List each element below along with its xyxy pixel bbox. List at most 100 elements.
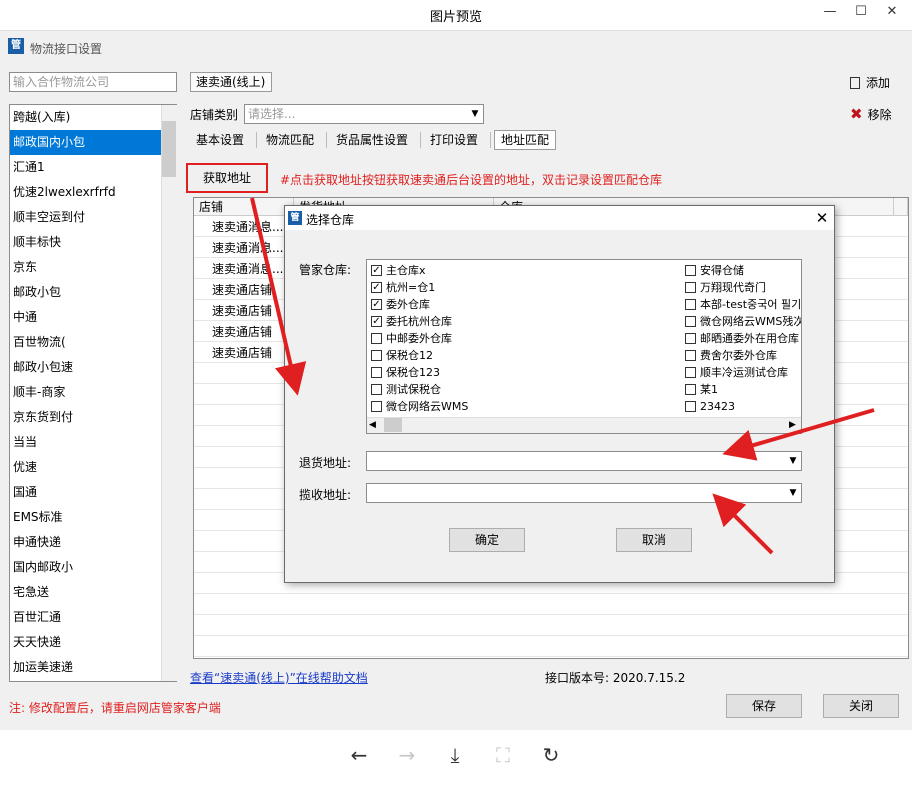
warehouse-checkbox-item[interactable]: ✓ 委外仓库: [371, 296, 430, 313]
warehouse-name: 保税仓123: [386, 366, 440, 379]
save-button[interactable]: 保存: [726, 694, 802, 718]
company-list-item[interactable]: 京东: [10, 255, 162, 280]
fetch-address-button[interactable]: 获取地址: [186, 163, 268, 193]
warehouse-checkbox-item[interactable]: ✓ 杭州=仓1: [371, 279, 435, 296]
warehouse-checkbox-item[interactable]: 中邮委外仓库: [371, 330, 452, 347]
checkbox-checked-icon[interactable]: ✓: [371, 298, 382, 310]
grid-empty-row: [194, 615, 908, 636]
grid-header-shop[interactable]: 店铺: [194, 198, 294, 216]
checkbox-unchecked-icon[interactable]: [685, 315, 696, 327]
checkbox-unchecked-icon[interactable]: [685, 366, 696, 378]
company-search-input[interactable]: 输入合作物流公司: [9, 72, 177, 92]
close-button[interactable]: 关闭: [823, 694, 899, 718]
ok-button[interactable]: 确定: [449, 528, 525, 552]
company-list-item[interactable]: 顺丰-商家: [10, 380, 162, 405]
checkbox-unchecked-icon[interactable]: [371, 383, 382, 395]
company-list-item[interactable]: EMS标准: [10, 505, 162, 530]
warehouse-checkbox-item[interactable]: 微仓网络云WMS残次: [685, 313, 801, 330]
warehouse-checklist[interactable]: ✓ 主仓库x ✓ 杭州=仓1 ✓ 委外仓库 ✓ 委托杭州仓库 中邮委外仓库 保税仓12 保税仓123…: [366, 259, 802, 434]
warehouse-checkbox-item[interactable]: 某1: [685, 381, 718, 398]
company-list-item[interactable]: 中通: [10, 305, 162, 330]
checkbox-unchecked-icon[interactable]: [371, 332, 382, 344]
checkbox-unchecked-icon[interactable]: [685, 332, 696, 344]
checkbox-unchecked-icon[interactable]: [685, 400, 696, 412]
warehouse-checkbox-item[interactable]: 保税仓123: [371, 364, 440, 381]
company-list-scrollbar[interactable]: [161, 105, 177, 681]
checkbox-checked-icon[interactable]: ✓: [371, 264, 382, 276]
checkbox-checked-icon[interactable]: ✓: [371, 281, 382, 293]
company-list-item[interactable]: 天天快递: [10, 630, 162, 655]
warehouse-checkbox-item[interactable]: 费舍尔委外仓库: [685, 347, 777, 364]
company-list-item[interactable]: 邮政小包: [10, 280, 162, 305]
grid-header-filler: [894, 198, 908, 216]
company-list-item[interactable]: 邮政小包速: [10, 355, 162, 380]
company-list-item[interactable]: 百世物流(: [10, 330, 162, 355]
warehouse-checkbox-item[interactable]: 安得仓储: [685, 262, 744, 279]
warehouse-checkbox-item[interactable]: 万翔现代奇门: [685, 279, 766, 296]
help-doc-link[interactable]: 查看“速卖通(线上)”在线帮助文档: [190, 669, 368, 686]
company-list-item[interactable]: 优速2lwexlexrfrfd: [10, 180, 162, 205]
warehouse-checkbox-item[interactable]: 测试保税仓: [371, 381, 441, 398]
warehouse-hscroll-thumb[interactable]: [384, 418, 402, 432]
checkbox-unchecked-icon[interactable]: [371, 366, 382, 378]
fit-screen-icon[interactable]: ⛶: [490, 742, 516, 768]
company-list-item[interactable]: 邮政国内小包: [10, 130, 162, 155]
warehouse-checkbox-item[interactable]: ✓ 主仓库x: [371, 262, 426, 279]
dialog-close-button[interactable]: ✕: [810, 206, 834, 230]
checkbox-unchecked-icon[interactable]: [685, 264, 696, 276]
warehouse-checkbox-item[interactable]: 23423: [685, 398, 735, 415]
add-button[interactable]: 添加: [850, 74, 890, 91]
remove-button-label: 移除: [867, 108, 892, 122]
company-list-item[interactable]: 跨越(入库): [10, 105, 162, 130]
checkbox-unchecked-icon[interactable]: [685, 298, 696, 310]
company-list-item[interactable]: 申通快递: [10, 530, 162, 555]
shop-type-select[interactable]: 请选择... ▼: [244, 104, 484, 124]
company-list-scroll-thumb[interactable]: [162, 121, 176, 177]
warehouse-hscrollbar[interactable]: [367, 417, 801, 433]
checkbox-unchecked-icon[interactable]: [371, 349, 382, 361]
company-list-item[interactable]: 顺丰标快: [10, 230, 162, 255]
tab-goods-attributes[interactable]: 货品属性设置: [330, 130, 414, 150]
company-list-item[interactable]: 优速: [10, 455, 162, 480]
warehouse-checkbox-item[interactable]: 本部-test중국어 필기: [685, 296, 801, 313]
checkbox-unchecked-icon[interactable]: [685, 383, 696, 395]
maximize-button[interactable]: ☐: [846, 2, 876, 22]
warehouse-checkbox-item[interactable]: 微仓网络云WMS: [371, 398, 468, 415]
tab-basic-settings[interactable]: 基本设置: [190, 130, 250, 150]
cancel-button[interactable]: 取消: [616, 528, 692, 552]
scroll-left-icon[interactable]: ◀: [369, 418, 376, 432]
tab-logistics-match[interactable]: 物流匹配: [260, 130, 320, 150]
company-list-item[interactable]: 国内邮政小: [10, 555, 162, 580]
platform-tab[interactable]: 速卖通(线上): [190, 72, 272, 92]
tab-print-settings[interactable]: 打印设置: [424, 130, 484, 150]
company-list-item[interactable]: 加运美速递: [10, 655, 162, 680]
viewer-close-button[interactable]: ✕: [877, 2, 907, 22]
rotate-icon[interactable]: ↻: [538, 742, 564, 768]
checkbox-unchecked-icon[interactable]: [685, 281, 696, 293]
previous-icon[interactable]: ←: [346, 742, 372, 768]
download-icon[interactable]: ⤓: [442, 742, 468, 768]
warehouse-checkbox-item[interactable]: 邮晒通委外在用仓库: [685, 330, 799, 347]
warehouse-checkbox-item[interactable]: ✓ 委托杭州仓库: [371, 313, 452, 330]
checkbox-unchecked-icon[interactable]: [371, 400, 382, 412]
next-icon[interactable]: →: [394, 742, 420, 768]
warehouse-name: 本部-test중국어 필기: [700, 298, 802, 311]
company-list-item[interactable]: 当当: [10, 430, 162, 455]
remove-button[interactable]: ✖ 移除: [850, 105, 892, 123]
warehouse-checkbox-item[interactable]: 保税仓12: [371, 347, 433, 364]
return-address-select[interactable]: ▼: [366, 451, 802, 471]
company-list-item[interactable]: 百世汇通: [10, 605, 162, 630]
company-list-item[interactable]: 京东货到付: [10, 405, 162, 430]
pickup-address-select[interactable]: ▼: [366, 483, 802, 503]
checkbox-unchecked-icon[interactable]: [685, 349, 696, 361]
company-list-item[interactable]: 宅急送: [10, 580, 162, 605]
company-list-item[interactable]: 汇通1: [10, 155, 162, 180]
tab-address-match[interactable]: 地址匹配: [494, 130, 557, 150]
warehouse-checkbox-item[interactable]: 顺丰冷运测试仓库: [685, 364, 788, 381]
minimize-button[interactable]: —: [815, 2, 845, 22]
company-list[interactable]: 跨越(入库) 邮政国内小包 汇通1 优速2lwexlexrfrfd 顺丰空运到付 顺丰标快…: [9, 104, 177, 682]
company-list-item[interactable]: 国通: [10, 480, 162, 505]
company-list-item[interactable]: 顺丰空运到付: [10, 205, 162, 230]
checkbox-checked-icon[interactable]: ✓: [371, 315, 382, 327]
scroll-right-icon[interactable]: ▶: [789, 418, 796, 432]
